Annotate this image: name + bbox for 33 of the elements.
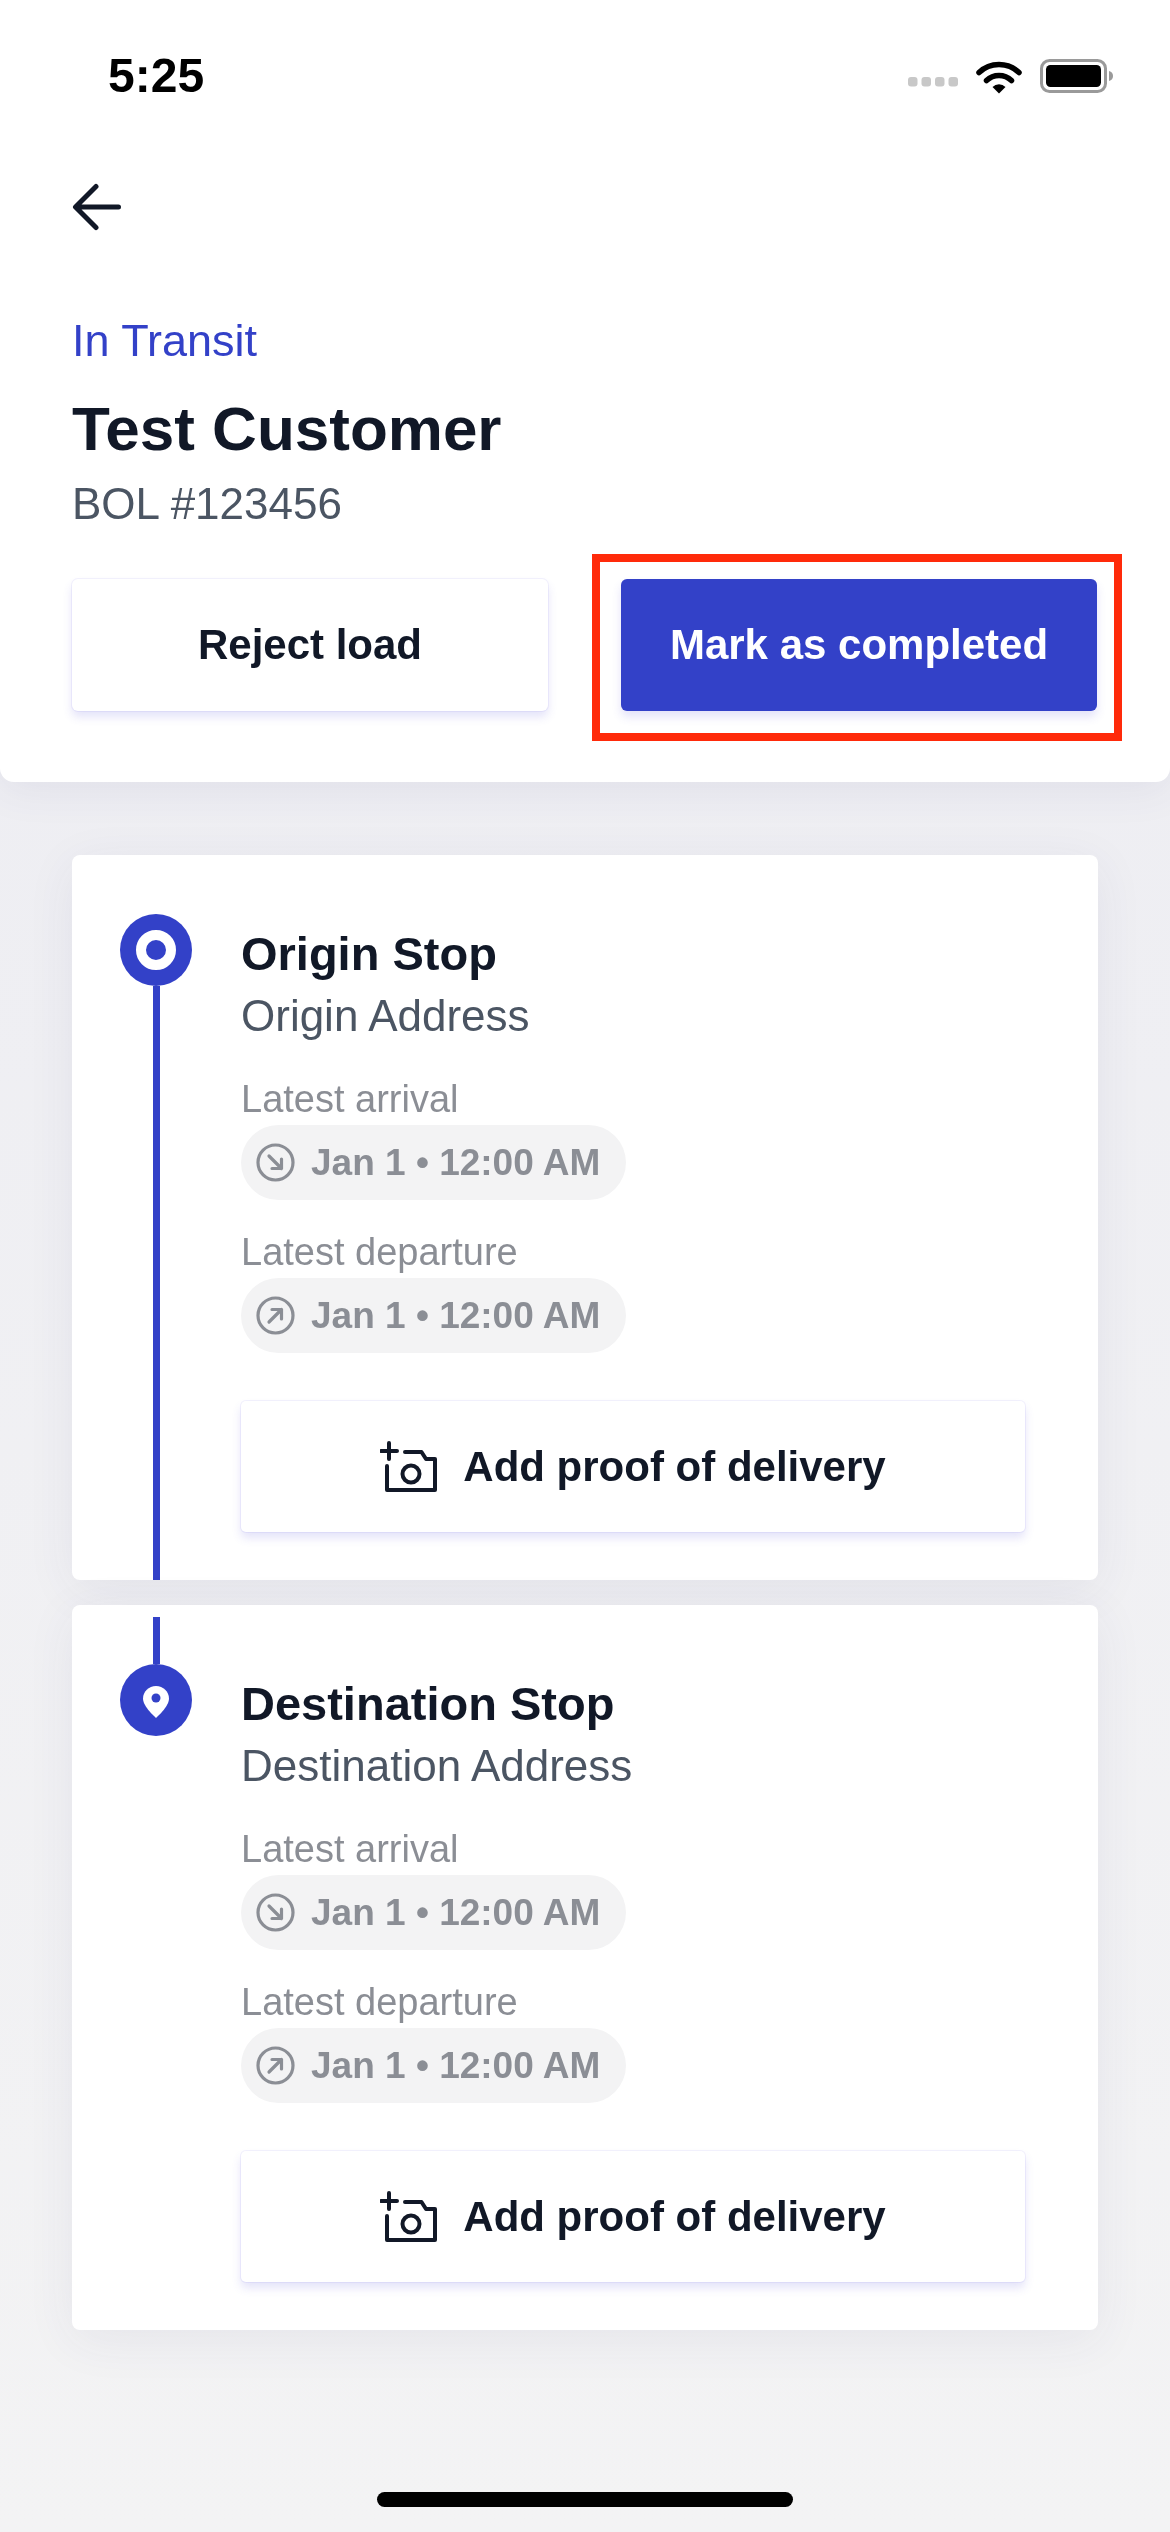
circled-arrow-down-right-icon	[256, 1143, 295, 1182]
time-label: Latest departure	[241, 1230, 518, 1275]
time-value: Jan 1 • 12:00 AM	[311, 1890, 601, 1935]
circled-arrow-up-right-icon	[256, 2046, 295, 2085]
origin-marker-icon	[120, 914, 192, 986]
circled-arrow-down-right-icon	[256, 1893, 295, 1932]
time-label: Latest departure	[241, 1980, 518, 2025]
status-label: In Transit	[72, 315, 258, 367]
stop-address: Destination Address	[241, 1740, 633, 1792]
add-proof-button[interactable]: Add proof of delivery	[241, 2151, 1025, 2282]
customer-name: Test Customer	[72, 394, 502, 464]
signal-icon	[908, 77, 958, 87]
camera-plus-icon	[380, 2190, 439, 2243]
camera-plus-icon	[380, 1440, 439, 1493]
timeline-connector	[152, 1617, 160, 1664]
time-value: Jan 1 • 12:00 AM	[311, 1140, 601, 1185]
reference-number: BOL #123456	[72, 478, 342, 530]
stop-title: Origin Stop	[241, 926, 497, 982]
primary-button[interactable]: Mark as completed	[621, 579, 1097, 711]
battery-icon	[1040, 59, 1114, 93]
stop-address: Origin Address	[241, 990, 530, 1042]
time-value: Jan 1 • 12:00 AM	[311, 2043, 601, 2088]
time-label: Latest arrival	[241, 1827, 459, 1872]
secondary-button[interactable]: Reject load	[72, 579, 548, 711]
time-value: Jan 1 • 12:00 AM	[311, 1293, 601, 1338]
circled-arrow-up-right-icon	[256, 1296, 295, 1335]
back-button[interactable]	[72, 183, 121, 231]
status-time: 5:25	[108, 48, 205, 104]
location-pin-icon	[120, 1664, 192, 1736]
stop-title: Destination Stop	[241, 1676, 615, 1732]
add-proof-button[interactable]: Add proof of delivery	[241, 1401, 1025, 1532]
back-arrow-icon	[72, 183, 121, 231]
time-label: Latest arrival	[241, 1077, 459, 1122]
